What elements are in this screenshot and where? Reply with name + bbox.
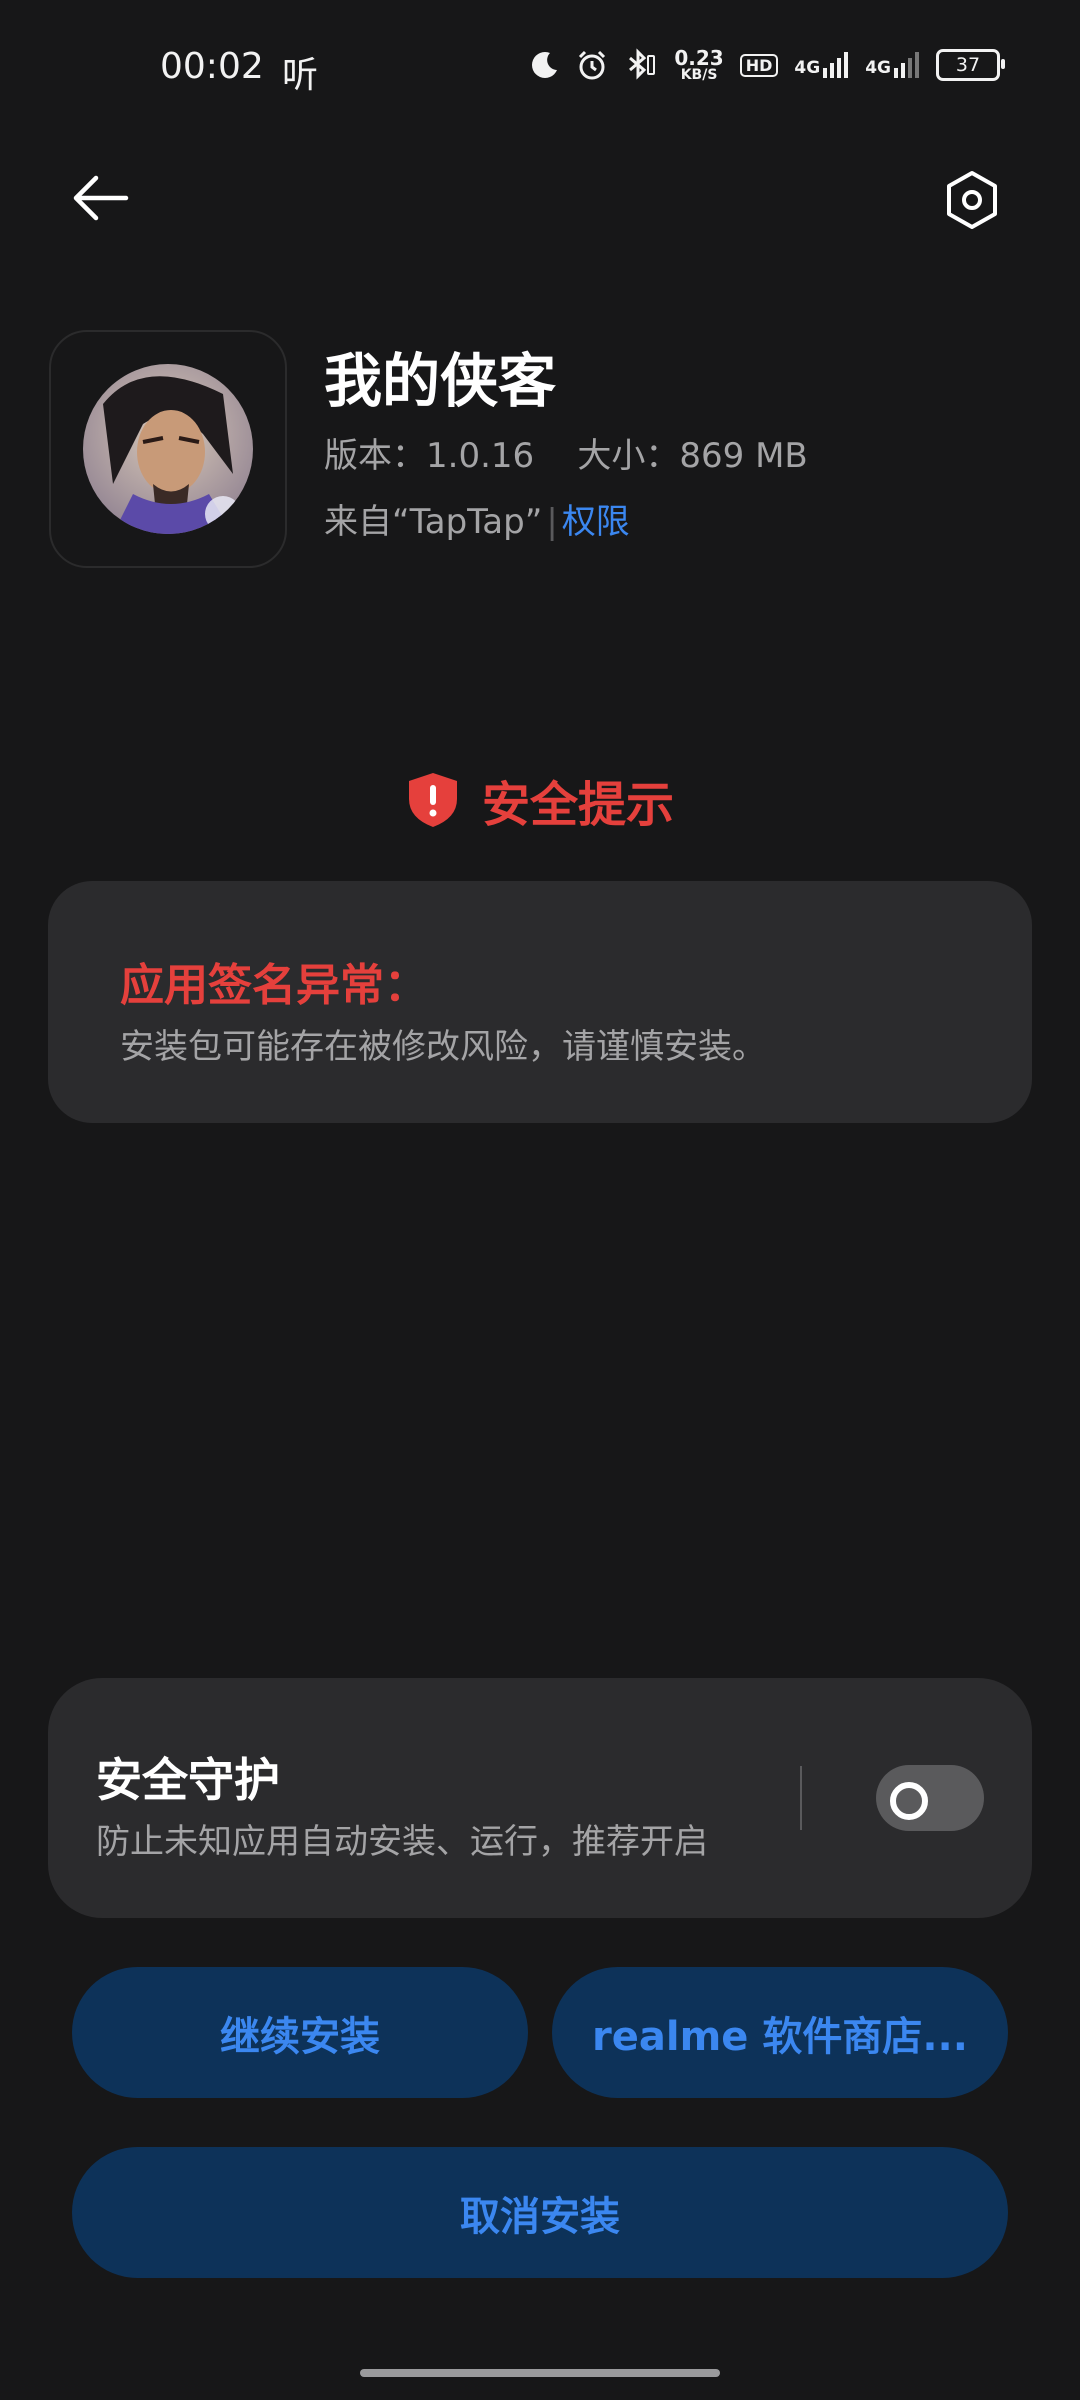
app-source: 来自“TapTap” | 权限: [324, 494, 630, 543]
app-store-button[interactable]: realme 软件商店...: [552, 1967, 1008, 2098]
cancel-install-button[interactable]: 取消安装: [72, 2147, 1008, 2278]
permissions-link[interactable]: 权限: [562, 502, 630, 542]
warning-card: 应用签名异常： 安装包可能存在被修改风险，请谨慎安装。: [48, 881, 1032, 1123]
app-source-label: 来自“TapTap”: [324, 502, 543, 542]
moon-icon: [532, 52, 558, 78]
app-icon-frame: [49, 330, 287, 568]
app-name: 我的侠客: [324, 347, 557, 415]
security-warning-header: 安全提示: [0, 765, 1080, 835]
status-time: 00:02: [160, 46, 264, 87]
hd-icon: HD: [739, 53, 779, 77]
signal-icon-1: 4G: [794, 52, 849, 78]
shield-alert-icon: [408, 773, 457, 827]
network-speed-value: 0.23: [674, 46, 724, 70]
network-speed-unit: KB/S: [680, 67, 718, 83]
battery-icon: 37: [936, 49, 1005, 81]
toggle-knob: [890, 1782, 928, 1820]
bluetooth-icon: [629, 48, 656, 80]
security-guard-toggle[interactable]: [876, 1765, 984, 1831]
alarm-icon: [579, 50, 606, 80]
status-extra-label: 听: [282, 55, 319, 96]
settings-button[interactable]: [940, 168, 1004, 232]
app-icon: [83, 364, 253, 534]
back-arrow-icon: [73, 175, 129, 221]
signal-icon-2: 4G: [865, 52, 920, 78]
security-guard-description: 防止未知应用自动安装、运行，推荐开启: [96, 1822, 708, 1862]
continue-install-button[interactable]: 继续安装: [72, 1967, 528, 2098]
status-icons: 0.23 KB/S HD 4G 4G 37: [530, 48, 1005, 82]
back-button[interactable]: [66, 168, 136, 228]
warning-card-title: 应用签名异常：: [120, 960, 428, 1011]
settings-hexagon-icon: [947, 171, 997, 229]
security-guard-card: 安全守护 防止未知应用自动安装、运行，推荐开启: [48, 1678, 1032, 1918]
app-version-size: 版本：1.0.16 大小：869 MB: [324, 436, 808, 476]
signal-1-label: 4G: [794, 58, 821, 78]
home-indicator[interactable]: [360, 2369, 720, 2377]
warning-card-description: 安装包可能存在被修改风险，请谨慎安装。: [120, 1027, 766, 1067]
divider: [800, 1766, 802, 1830]
security-guard-title: 安全守护: [96, 1753, 280, 1807]
source-separator: |: [546, 502, 558, 542]
signal-2-label: 4G: [865, 58, 891, 78]
security-warning-title: 安全提示: [481, 777, 674, 833]
network-speed: 0.23 KB/S: [674, 48, 723, 82]
battery-level: 37: [955, 54, 981, 76]
